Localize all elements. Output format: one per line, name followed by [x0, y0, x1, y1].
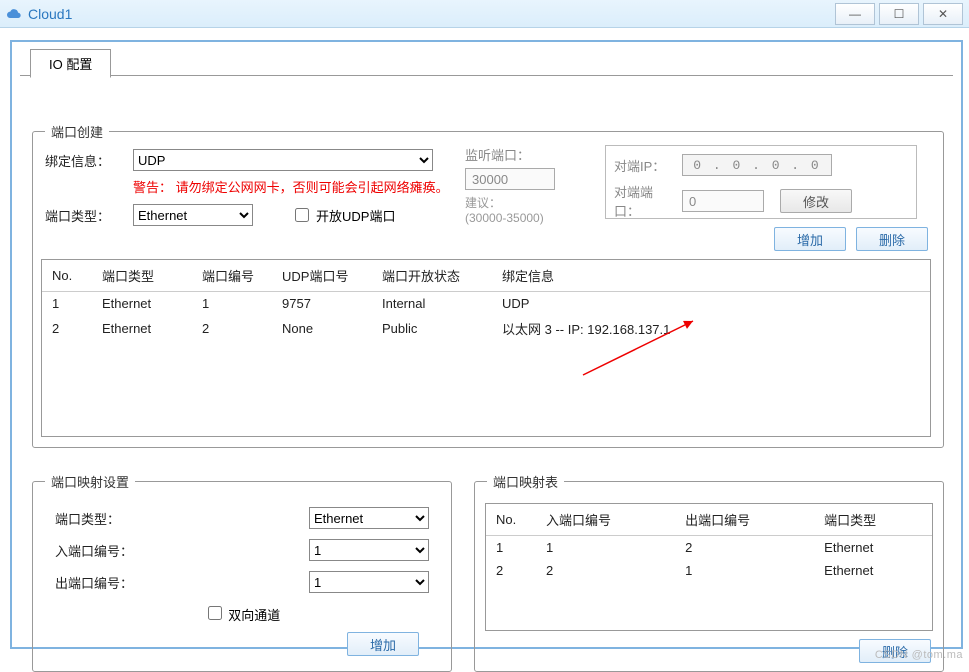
- close-button[interactable]: ✕: [923, 3, 963, 25]
- map-table-wrap: No. 入端口编号 出端口编号 端口类型 112Ethernet221Ether…: [485, 503, 933, 631]
- fieldset-port-create: 端口创建 绑定信息： UDP 警告： 请勿绑定公网网卡，否则可能会引起网络瘫痪。…: [32, 122, 944, 448]
- tab-io-config[interactable]: IO 配置: [30, 49, 111, 78]
- listen-port-range: 建议： (30000-35000): [465, 194, 585, 225]
- maximize-button[interactable]: ☐: [879, 3, 919, 25]
- col-num: 端口编号: [192, 260, 272, 292]
- bidirectional-label: 双向通道: [228, 608, 280, 623]
- mapset-add-button[interactable]: 增加: [347, 632, 419, 656]
- mapset-in-label: 入端口编号：: [55, 541, 145, 560]
- map-table[interactable]: No. 入端口编号 出端口编号 端口类型 112Ethernet221Ether…: [486, 504, 932, 582]
- tab-strip: IO 配置: [20, 50, 953, 76]
- listen-port-box: 监听端口： 建议： (30000-35000): [465, 145, 585, 225]
- fieldset-map-table: 端口映射表 No. 入端口编号 出端口编号 端口类型 112Ethernet22…: [474, 472, 944, 672]
- port-table-wrap: No. 端口类型 端口编号 UDP端口号 端口开放状态 绑定信息 1Ethern…: [41, 259, 931, 437]
- port-type-select[interactable]: Ethernet: [133, 204, 253, 226]
- add-port-button[interactable]: 增加: [774, 227, 846, 251]
- mcol-no: No.: [486, 504, 536, 536]
- mapset-out-label: 出端口编号：: [55, 573, 145, 592]
- col-type: 端口类型: [92, 260, 192, 292]
- col-udp: UDP端口号: [272, 260, 372, 292]
- bind-info-label: 绑定信息：: [45, 151, 125, 170]
- remote-port-input[interactable]: [682, 190, 764, 212]
- port-type-label: 端口类型：: [45, 206, 125, 225]
- bind-info-select[interactable]: UDP: [133, 149, 433, 171]
- mcol-type: 端口类型: [814, 504, 932, 536]
- remote-ip-input[interactable]: [682, 154, 832, 176]
- table-row[interactable]: 1Ethernet19757InternalUDP: [42, 292, 930, 316]
- remote-port-label: 对端端口：: [614, 182, 674, 220]
- table-row[interactable]: 221Ethernet: [486, 559, 932, 582]
- mapset-in-select[interactable]: 1: [309, 539, 429, 561]
- minimize-button[interactable]: —: [835, 3, 875, 25]
- listen-port-input[interactable]: [465, 168, 555, 190]
- remote-ip-label: 对端IP：: [614, 156, 674, 175]
- mapset-type-select[interactable]: Ethernet: [309, 507, 429, 529]
- col-no: No.: [42, 260, 92, 292]
- table-row[interactable]: 2Ethernet2NonePublic以太网 3 -- IP: 192.168…: [42, 315, 930, 342]
- col-open: 端口开放状态: [372, 260, 492, 292]
- legend-map-table: 端口映射表: [487, 472, 564, 491]
- mapset-out-select[interactable]: 1: [309, 571, 429, 593]
- open-udp-checkbox[interactable]: [295, 208, 309, 222]
- port-table[interactable]: No. 端口类型 端口编号 UDP端口号 端口开放状态 绑定信息 1Ethern…: [42, 260, 930, 342]
- modify-button[interactable]: 修改: [780, 189, 852, 213]
- listen-port-label: 监听端口：: [465, 145, 585, 164]
- legend-port-create: 端口创建: [45, 122, 109, 141]
- open-udp-label: 开放UDP端口: [316, 206, 395, 225]
- col-bind: 绑定信息: [492, 260, 930, 292]
- window-title: Cloud1: [28, 6, 831, 22]
- table-row[interactable]: 112Ethernet: [486, 536, 932, 560]
- window-buttons: — ☐ ✕: [831, 3, 963, 25]
- watermark: CSDN @tom.ma: [875, 649, 963, 661]
- mcol-out: 出端口编号: [675, 504, 814, 536]
- delete-port-button[interactable]: 删除: [856, 227, 928, 251]
- mapset-type-label: 端口类型：: [55, 509, 145, 528]
- main-frame: IO 配置 端口创建 绑定信息： UDP 警告： 请勿绑定公网网卡，否则可能会引…: [10, 40, 963, 649]
- titlebar: Cloud1 — ☐ ✕: [0, 0, 969, 28]
- fieldset-map-set: 端口映射设置 端口类型： Ethernet 入端口编号： 1 出端口编号： 1 …: [32, 472, 452, 672]
- bind-warning: 警告： 请勿绑定公网网卡，否则可能会引起网络瘫痪。: [133, 177, 465, 196]
- remote-box: 对端IP： 对端端口： 修改: [605, 145, 917, 219]
- cloud-icon: [6, 6, 22, 22]
- legend-map-set: 端口映射设置: [45, 472, 135, 491]
- bidirectional-checkbox[interactable]: [208, 606, 222, 620]
- mcol-in: 入端口编号: [536, 504, 675, 536]
